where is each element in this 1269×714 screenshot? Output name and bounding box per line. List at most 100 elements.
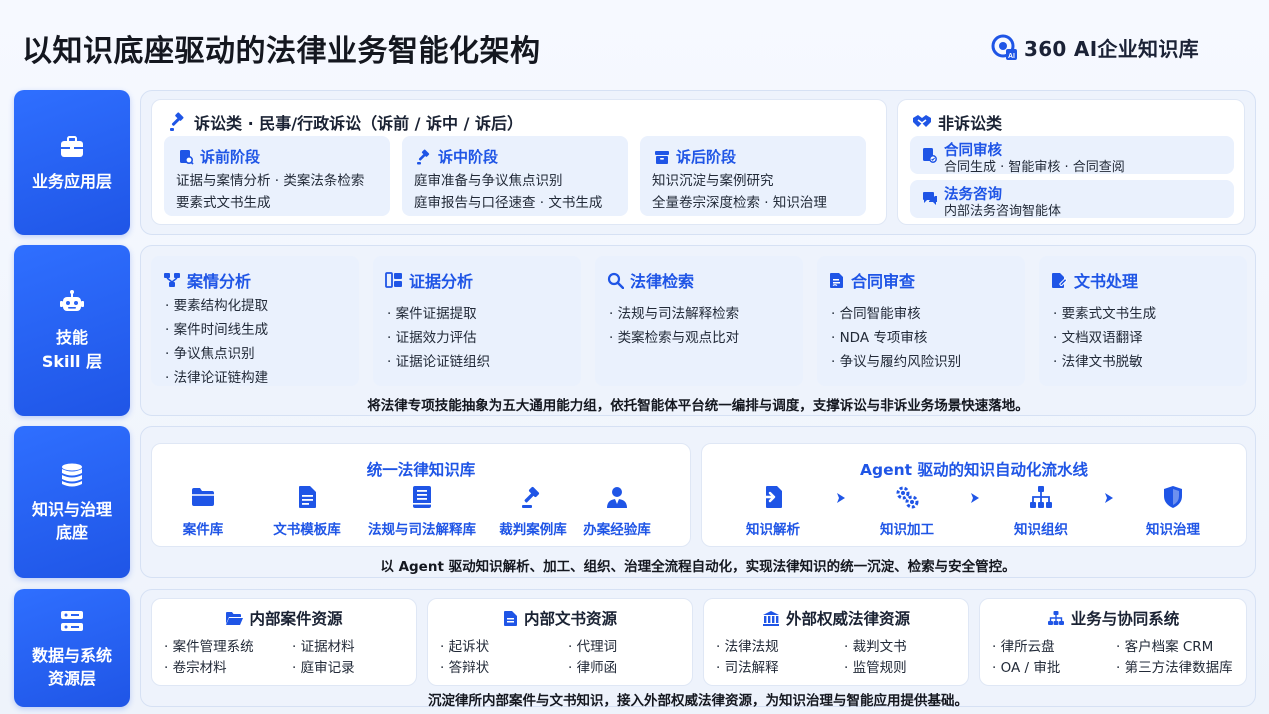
chevron-right-icon [834, 491, 848, 505]
knowledge-panel: 统一法律知识库 案件库 文书模板库 法规与司法解释库 裁判案例库 办案经验库 A… [140, 426, 1256, 578]
skill-title: 证据分析 [385, 268, 473, 292]
logo-text: 360 AI企业知识库 [1024, 36, 1199, 61]
resource-item: · 律师函 [568, 660, 618, 676]
search-icon [607, 272, 624, 289]
pipeline-step-parse: 知识解析 [718, 484, 828, 538]
litigation-card: 诉讼类 · 民事/行政诉讼（诉前 / 诉中 / 诉后） 诉前阶段 证据与案情分析… [151, 99, 887, 225]
resource-item: · 卷宗材料 [164, 660, 227, 676]
pipeline-step-govern: 知识治理 [1118, 484, 1228, 538]
skill-item: · 证据论证链组织 [387, 354, 491, 370]
page-title: 以知识底座驱动的法律业务智能化架构 [22, 34, 541, 69]
pipeline-step-label: 知识组织 [1014, 522, 1068, 538]
evidence-icon [385, 272, 403, 288]
skill-title-text: 证据分析 [409, 272, 474, 291]
phase-card-post: 诉后阶段 知识沉淀与案例研究 全量卷宗深度检索 · 知识治理 [640, 136, 866, 216]
chevron-right-icon [1102, 491, 1116, 505]
kb-item-label: 法规与司法解释库 [368, 522, 476, 538]
skill-title: 合同审查 [829, 268, 915, 292]
skill-card-legal-search: 法律检索 · 法规与司法解释检索 · 类案检索与观点比对 [595, 256, 803, 386]
unified-kb-card: 统一法律知识库 案件库 文书模板库 法规与司法解释库 裁判案例库 办案经验库 [151, 443, 691, 547]
document-search-icon [178, 149, 194, 165]
phase-card-mid: 诉中阶段 庭审准备与争议焦点识别 庭审报告与口径速查 · 文书生成 [402, 136, 628, 216]
skill-item: · 法规与司法解释检索 [609, 306, 740, 322]
phase-title-pre: 诉前阶段 [178, 146, 260, 167]
non-lit-item-desc: 内部法务咨询智能体 [944, 204, 1062, 219]
layer-label-data: 数据与系统 资源层 [14, 589, 130, 707]
skill-item: · 要素结构化提取 [165, 298, 269, 314]
resource-title-text: 内部文书资源 [523, 610, 617, 628]
chevron-right-icon [968, 491, 982, 505]
skill-title: 文书处理 [1051, 268, 1138, 292]
skill-title-text: 法律检索 [630, 272, 695, 291]
pipeline-card: Agent 驱动的知识自动化流水线 知识解析 知识加工 知识组织 知识治理 [701, 443, 1247, 547]
resource-card-internal-docs: 内部文书资源 · 起诉状 · 代理词 · 答辩状 · 律师函 [427, 598, 693, 686]
gavel-icon [416, 149, 432, 165]
resource-title-text: 内部案件资源 [249, 610, 343, 628]
data-panel: 内部案件资源 · 案件管理系统 · 证据材料 · 卷宗材料 · 庭审记录 内部文… [140, 589, 1256, 709]
resource-title-text: 业务与协同系统 [1070, 610, 1180, 628]
skill-title-text: 案情分析 [187, 272, 252, 291]
skill-card-document-processing: 文书处理 · 要素式文书生成 · 文档双语翻译 · 法律文书脱敏 [1039, 256, 1247, 386]
pipeline-step-process: 知识加工 [852, 484, 962, 538]
non-litigation-title: 非诉讼类 [912, 110, 1002, 134]
layer-label-text: 数据与系统 资源层 [31, 645, 112, 688]
layer-label-knowledge: 知识与治理 底座 [14, 426, 130, 578]
skill-title-text: 文书处理 [1074, 272, 1139, 291]
phase-title-text: 诉后阶段 [676, 148, 737, 166]
hierarchy-icon [1028, 484, 1054, 510]
resource-title-text: 外部权威法律资源 [785, 610, 910, 628]
phase-title-text: 诉中阶段 [438, 148, 499, 166]
handshake-icon [912, 113, 932, 131]
skill-item: · 证据效力评估 [387, 330, 477, 346]
resource-title: 内部案件资源 [152, 607, 416, 629]
folder-open-icon [225, 610, 244, 626]
lawyer-icon [604, 484, 630, 510]
resource-item: · 司法解释 [716, 660, 779, 676]
gavel-icon [168, 112, 188, 132]
phase-card-pre: 诉前阶段 证据与案情分析 · 类案法条检索 要素式文书生成 [164, 136, 390, 216]
resource-title: 业务与协同系统 [980, 607, 1246, 629]
import-icon [760, 484, 786, 510]
kb-item-label: 案件库 [182, 522, 224, 538]
non-litigation-title-text: 非诉讼类 [938, 114, 1003, 133]
shield-icon [1160, 484, 1186, 510]
robot-icon [57, 288, 87, 318]
skill-title-text: 合同审查 [851, 272, 916, 291]
server-icon [57, 606, 87, 636]
document-edit-icon [1051, 272, 1068, 289]
resource-item: · 庭审记录 [292, 660, 355, 676]
skill-item: · 争议焦点识别 [165, 346, 255, 362]
knowledge-caption: 以 Agent 驱动知识解析、加工、组织、治理全流程自动化，实现法律知识的统一沉… [380, 559, 1016, 575]
kb-item-regulations: 法规与司法解释库 [358, 484, 486, 538]
resource-item: · 监管规则 [844, 660, 907, 676]
non-lit-item-contract: 合同审核 合同生成 · 智能审核 · 合同查阅 [910, 136, 1234, 175]
skill-item: · 合同智能审核 [831, 306, 921, 322]
kb-item-label: 办案经验库 [583, 522, 651, 538]
litigation-title: 诉讼类 · 民事/行政诉讼（诉前 / 诉中 / 诉后） [168, 110, 523, 134]
skill-item: · 要素式文书生成 [1053, 306, 1157, 322]
phase-line: 证据与案情分析 · 类案法条检索 [176, 173, 365, 189]
business-panel: 诉讼类 · 民事/行政诉讼（诉前 / 诉中 / 诉后） 诉前阶段 证据与案情分析… [140, 90, 1256, 235]
skill-item: · 案件时间线生成 [165, 322, 269, 338]
phase-line: 全量卷宗深度检索 · 知识治理 [652, 195, 827, 211]
pipeline-step-label: 知识加工 [880, 522, 934, 538]
phase-line: 庭审报告与口径速查 · 文书生成 [414, 195, 603, 211]
resource-item: · 律所云盘 [992, 639, 1055, 655]
pipeline-step-label: 知识治理 [1146, 522, 1200, 538]
kb-item-experience: 办案经验库 [562, 484, 672, 538]
law-book-icon [409, 484, 435, 510]
gavel-icon [520, 484, 546, 510]
briefcase-icon [57, 132, 87, 162]
skill-title: 案情分析 [163, 268, 251, 292]
non-litigation-card: 非诉讼类 合同审核 合同生成 · 智能审核 · 合同查阅 法务咨询 内部法务咨询… [897, 99, 1245, 225]
layer-label-business: 业务应用层 [14, 90, 130, 235]
folder-icon [190, 484, 216, 510]
document-icon [503, 610, 518, 627]
kb-item-label: 裁判案例库 [499, 522, 567, 538]
resource-item: · 法律法规 [716, 639, 779, 655]
skill-title: 法律检索 [607, 268, 694, 292]
database-icon [57, 460, 87, 490]
network-icon [1047, 610, 1065, 626]
skill-card-contract-review: 合同审查 · 合同智能审核 · NDA 专项审核 · 争议与履约风险识别 [817, 256, 1025, 386]
data-caption: 沉淀律所内部案件与文书知识，接入外部权威法律资源，为知识治理与智能应用提供基础。 [428, 693, 968, 709]
